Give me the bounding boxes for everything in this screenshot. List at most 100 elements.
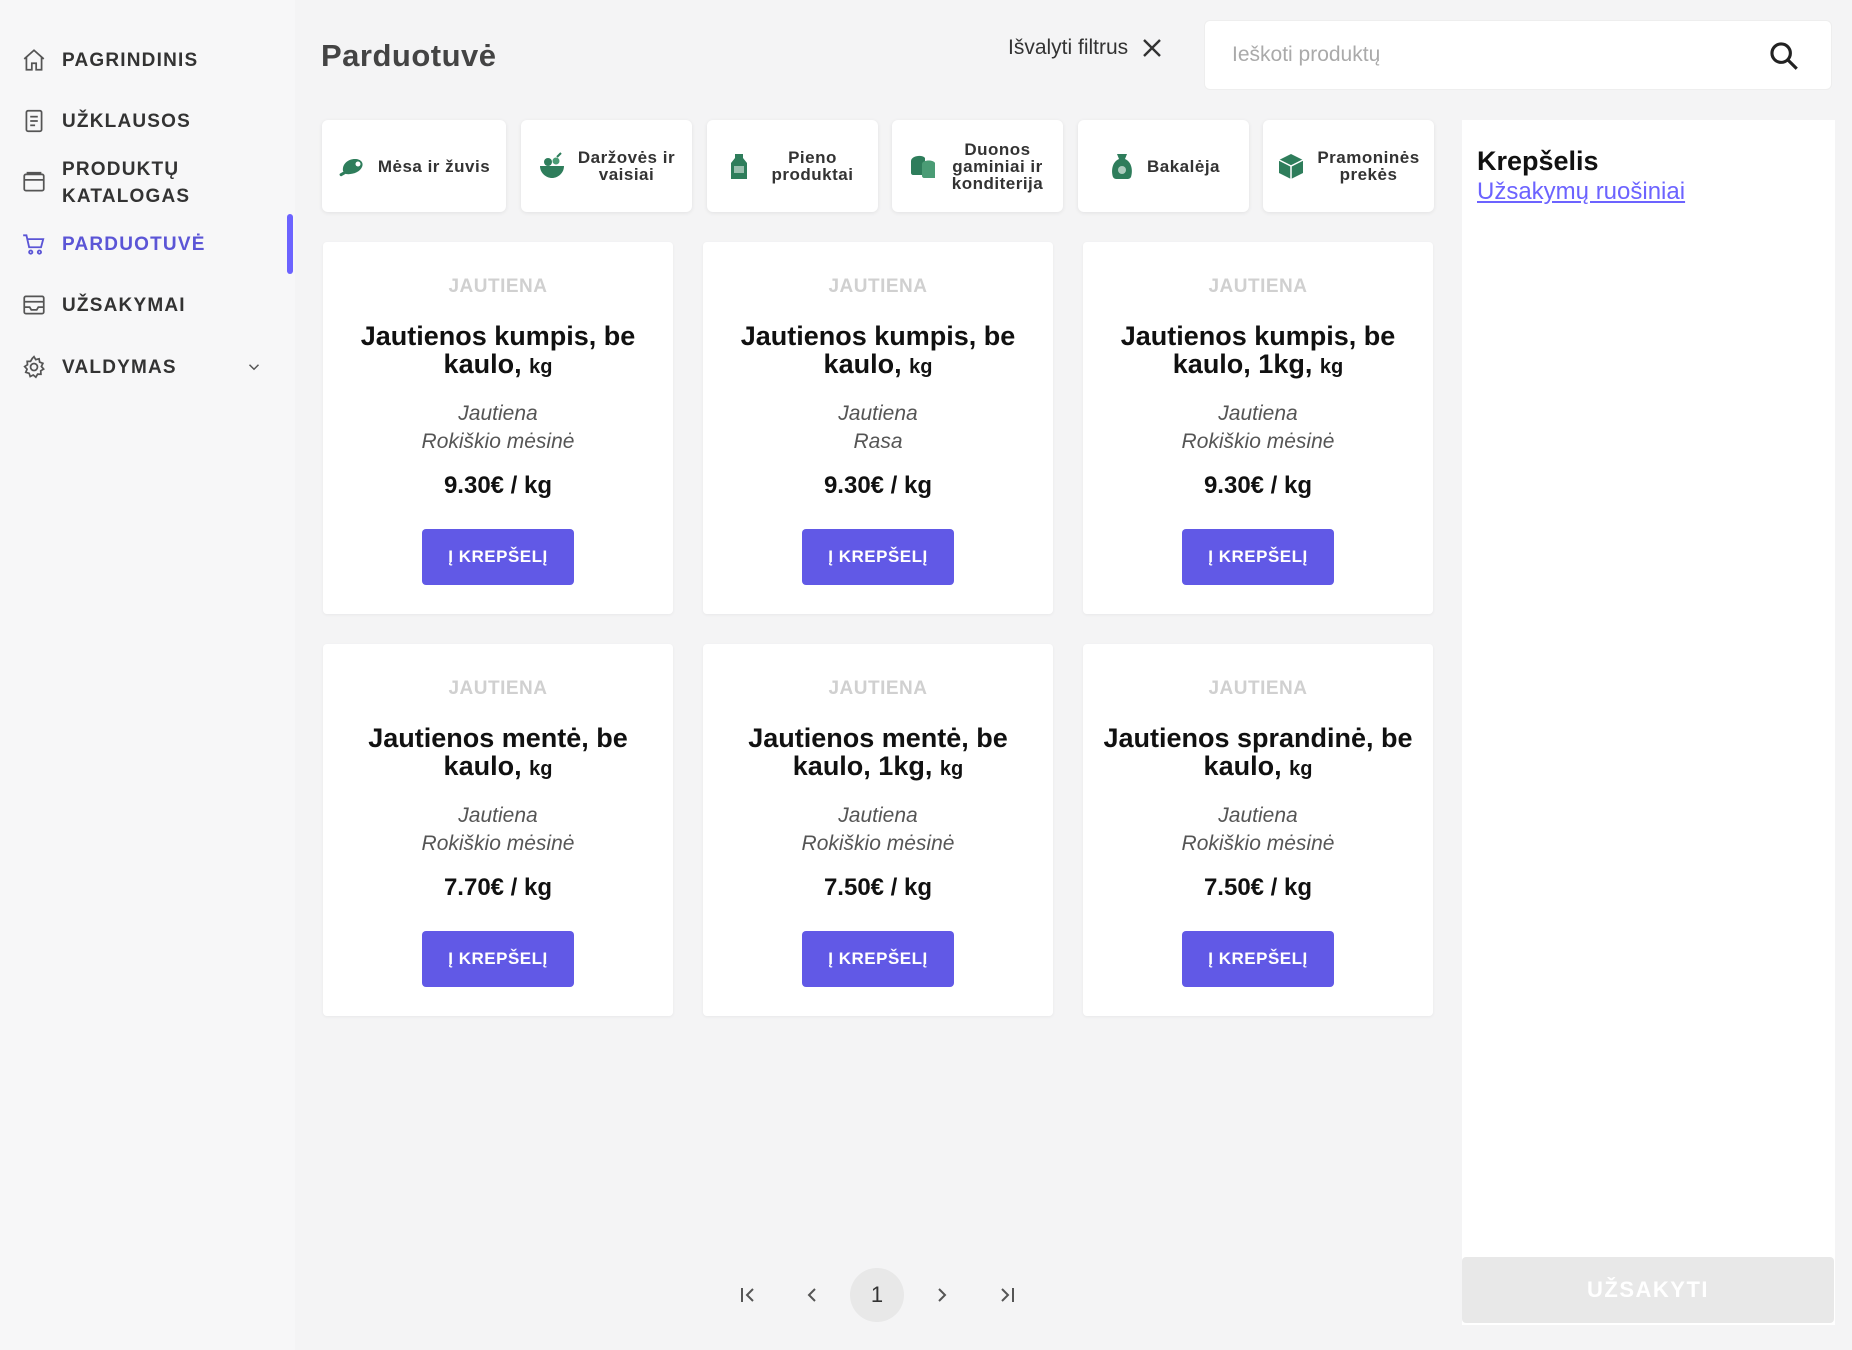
sidebar-item-pagrindinis[interactable]: PAGRINDINIS bbox=[0, 45, 295, 75]
chevron-down-icon[interactable] bbox=[245, 358, 263, 376]
category-label: Duonos gaminiai ir konditerija bbox=[951, 139, 1044, 193]
category-pramonines-prekes[interactable]: Pramoninės prekės bbox=[1263, 120, 1434, 212]
product-category: JAUTIENA bbox=[828, 276, 928, 297]
product-name: Jautienos kumpis, be kaulo, bbox=[740, 321, 1016, 379]
next-page-button[interactable] bbox=[915, 1268, 969, 1322]
sidebar-item-produktu-katalogas[interactable]: PRODUKTŲ KATALOGAS bbox=[0, 156, 295, 210]
product-price: 9.30€ / kg bbox=[823, 472, 933, 499]
product-unit: kg bbox=[939, 758, 964, 780]
product-title: Jautienos mentė, be kaulo, kg bbox=[338, 724, 658, 783]
product-name: Jautienos mentė, be kaulo, bbox=[368, 723, 628, 781]
category-pieno-produktai[interactable]: Pieno produktai bbox=[707, 120, 878, 212]
product-card: JAUTIENA Jautienos kumpis, be kaulo, kg … bbox=[323, 242, 673, 614]
product-card: JAUTIENA Jautienos kumpis, be kaulo, 1kg… bbox=[1083, 242, 1433, 614]
product-details: Jautiena Rokiškio mėsinė bbox=[1083, 802, 1433, 858]
product-category: JAUTIENA bbox=[448, 276, 548, 297]
sidebar-item-label: UŽSAKYMAI bbox=[62, 294, 186, 316]
product-supplier: Rokiškio mėsinė bbox=[1181, 832, 1335, 855]
product-supplier: Rokiškio mėsinė bbox=[1181, 430, 1335, 453]
box-icon bbox=[1278, 154, 1304, 179]
add-to-cart-button[interactable]: Į KREPŠELĮ bbox=[802, 529, 954, 585]
sidebar-item-label: VALDYMAS bbox=[62, 356, 177, 378]
product-price: 7.50€ / kg bbox=[823, 874, 933, 901]
first-page-icon bbox=[741, 1288, 754, 1302]
product-category: JAUTIENA bbox=[1208, 678, 1308, 699]
product-card: JAUTIENA Jautienos kumpis, be kaulo, kg … bbox=[703, 242, 1053, 614]
clear-filters-button[interactable]: Išvalyti filtrus bbox=[1008, 36, 1164, 60]
clear-filters-label: Išvalyti filtrus bbox=[1008, 36, 1129, 59]
active-indicator bbox=[287, 214, 293, 274]
meat-icon bbox=[339, 159, 363, 177]
category-duonos-gaminiai[interactable]: Duonos gaminiai ir konditerija bbox=[892, 120, 1063, 212]
milk-carton-icon bbox=[731, 154, 747, 179]
cart-icon bbox=[21, 231, 47, 257]
product-price: 7.50€ / kg bbox=[1203, 874, 1313, 901]
page-title: Parduotuvė bbox=[321, 38, 497, 73]
add-to-cart-button[interactable]: Į KREPŠELĮ bbox=[1182, 931, 1334, 987]
search-box bbox=[1204, 20, 1832, 90]
product-category: JAUTIENA bbox=[828, 678, 928, 699]
product-price: 9.30€ / kg bbox=[1203, 472, 1313, 499]
product-details: Jautiena Rokiškio mėsinė bbox=[1083, 400, 1433, 456]
product-name: Jautienos kumpis, be kaulo, bbox=[360, 321, 636, 379]
product-unit: kg bbox=[529, 758, 553, 780]
product-type: Jautiena bbox=[1218, 804, 1298, 827]
product-category: JAUTIENA bbox=[448, 678, 548, 699]
add-to-cart-button[interactable]: Į KREPŠELĮ bbox=[1182, 529, 1334, 585]
order-drafts-link[interactable]: Užsakymų ruošiniai bbox=[1477, 178, 1685, 206]
search-input[interactable] bbox=[1232, 35, 1732, 75]
home-icon bbox=[21, 47, 47, 73]
add-to-cart-button[interactable]: Į KREPŠELĮ bbox=[422, 529, 574, 585]
product-details: Jautiena Rasa bbox=[703, 400, 1053, 456]
product-unit: kg bbox=[1289, 758, 1313, 780]
sidebar: PAGRINDINIS UŽKLAUSOS PRODUKTŲ KATALOGAS… bbox=[0, 0, 295, 1350]
product-details: Jautiena Rokiškio mėsinė bbox=[323, 400, 673, 456]
cart-panel: Krepšelis Užsakymų ruošiniai bbox=[1462, 120, 1835, 1325]
sidebar-item-label: PAGRINDINIS bbox=[62, 49, 199, 71]
add-to-cart-button[interactable]: Į KREPŠELĮ bbox=[422, 931, 574, 987]
product-price: 7.70€ / kg bbox=[443, 874, 553, 901]
category-label: Daržovės ir vaisiai bbox=[577, 148, 676, 184]
page-number-button[interactable]: 1 bbox=[850, 1268, 904, 1322]
product-title: Jautienos mentė, be kaulo, 1kg, kg bbox=[718, 724, 1038, 783]
product-supplier: Rokiškio mėsinė bbox=[421, 832, 575, 855]
category-label: Mėsa ir žuvis bbox=[377, 156, 491, 176]
category-label: Pieno produktai bbox=[771, 148, 854, 184]
sidebar-item-uzsakymai[interactable]: UŽSAKYMAI bbox=[0, 290, 295, 320]
product-type: Jautiena bbox=[1218, 402, 1298, 425]
last-page-button[interactable] bbox=[980, 1268, 1034, 1322]
sidebar-item-label: PRODUKTŲ KATALOGAS bbox=[62, 159, 191, 207]
product-details: Jautiena Rokiškio mėsinė bbox=[323, 802, 673, 858]
order-button[interactable]: UŽSAKYTI bbox=[1462, 1257, 1834, 1323]
category-darzoves-ir-vaisiai[interactable]: Daržovės ir vaisiai bbox=[521, 120, 692, 212]
product-supplier: Rasa bbox=[853, 430, 903, 453]
sack-icon bbox=[1112, 154, 1132, 179]
product-name: Jautienos mentė, be kaulo, 1kg, bbox=[748, 723, 1008, 781]
product-details: Jautiena Rokiškio mėsinė bbox=[703, 802, 1053, 858]
document-icon bbox=[21, 108, 47, 134]
sidebar-item-valdymas[interactable]: VALDYMAS bbox=[0, 352, 295, 382]
category-bakaleja[interactable]: Bakalėja bbox=[1078, 120, 1249, 212]
sidebar-item-uzklausos[interactable]: UŽKLAUSOS bbox=[0, 106, 295, 136]
gear-icon bbox=[21, 354, 47, 380]
product-type: Jautiena bbox=[838, 804, 918, 827]
vegetable-bowl-icon bbox=[539, 152, 564, 178]
inbox-icon bbox=[21, 292, 47, 318]
sidebar-item-parduotuve[interactable]: PARDUOTUVĖ bbox=[0, 229, 295, 259]
product-price: 9.30€ / kg bbox=[443, 472, 553, 499]
chevron-right-icon bbox=[938, 1288, 947, 1302]
category-label: Bakalėja bbox=[1147, 156, 1220, 176]
product-unit: kg bbox=[529, 356, 553, 378]
product-type: Jautiena bbox=[458, 804, 538, 827]
product-unit: kg bbox=[1319, 356, 1344, 378]
search-icon[interactable] bbox=[1767, 39, 1801, 73]
product-name: Jautienos sprandinė, be kaulo, bbox=[1103, 723, 1413, 781]
add-to-cart-button[interactable]: Į KREPŠELĮ bbox=[802, 931, 954, 987]
product-type: Jautiena bbox=[838, 402, 918, 425]
cart-title: Krepšelis bbox=[1477, 146, 1599, 176]
product-title: Jautienos sprandinė, be kaulo, kg bbox=[1098, 724, 1418, 783]
first-page-button[interactable] bbox=[721, 1268, 775, 1322]
category-mesa-ir-zuvis[interactable]: Mėsa ir žuvis bbox=[322, 120, 506, 212]
close-icon bbox=[1143, 39, 1162, 57]
prev-page-button[interactable] bbox=[785, 1268, 839, 1322]
